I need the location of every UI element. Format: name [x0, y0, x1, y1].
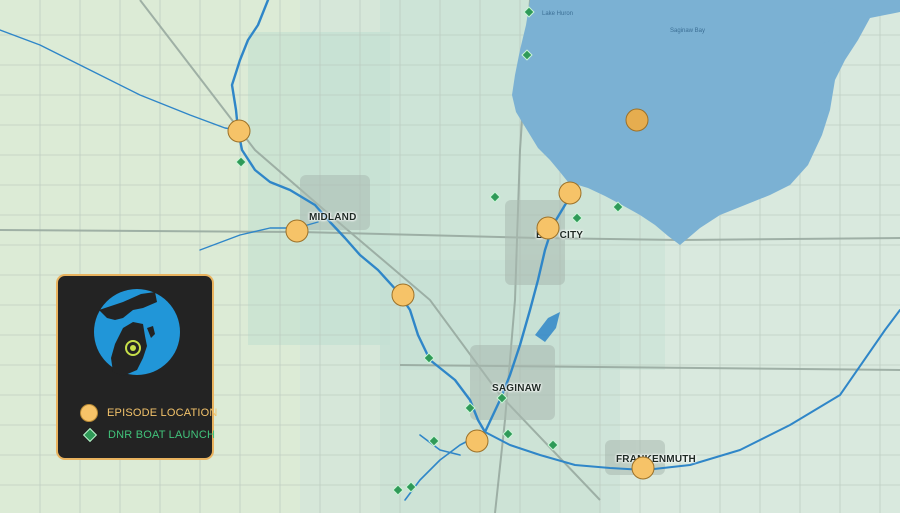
dnr-boat-launch-markers	[235, 6, 624, 496]
dnr-boat-launch-marker[interactable]	[392, 484, 404, 496]
legend-label-launch: DNR BOAT LAUNCH	[108, 429, 216, 441]
episode-location-marker[interactable]	[625, 108, 649, 132]
boat-launch-legend-icon	[82, 427, 98, 443]
episode-location-markers	[227, 108, 655, 480]
michigan-globe-icon	[94, 289, 180, 376]
dnr-boat-launch-marker[interactable]	[521, 49, 533, 61]
dnr-boat-launch-marker[interactable]	[464, 402, 476, 414]
map[interactable]: MIDLAND BAY CITY SAGINAW FRANKENMUTH Lak…	[0, 0, 900, 513]
dnr-boat-launch-marker[interactable]	[571, 212, 583, 224]
episode-location-marker[interactable]	[465, 429, 489, 453]
dnr-boat-launch-marker[interactable]	[496, 392, 508, 404]
episode-location-marker[interactable]	[391, 283, 415, 307]
legend-item-episode: EPISODE LOCATION	[80, 404, 218, 422]
episode-location-marker[interactable]	[631, 456, 655, 480]
dnr-boat-launch-marker[interactable]	[428, 435, 440, 447]
dnr-boat-launch-marker[interactable]	[547, 439, 559, 451]
dnr-boat-launch-marker[interactable]	[612, 201, 624, 213]
episode-location-marker[interactable]	[285, 219, 309, 243]
map-legend: EPISODE LOCATION DNR BOAT LAUNCH	[56, 274, 217, 460]
dnr-boat-launch-marker[interactable]	[235, 156, 247, 168]
dnr-boat-launch-marker[interactable]	[523, 6, 535, 18]
episode-location-marker[interactable]	[558, 181, 582, 205]
episode-location-marker[interactable]	[227, 119, 251, 143]
legend-label-episode: EPISODE LOCATION	[107, 407, 218, 419]
dnr-boat-launch-marker[interactable]	[502, 428, 514, 440]
episode-location-legend-icon	[80, 404, 98, 422]
dnr-boat-launch-marker[interactable]	[489, 191, 501, 203]
legend-item-launch: DNR BOAT LAUNCH	[80, 427, 216, 443]
dnr-boat-launch-marker[interactable]	[423, 352, 435, 364]
episode-location-marker[interactable]	[536, 216, 560, 240]
dnr-boat-launch-marker[interactable]	[405, 481, 417, 493]
